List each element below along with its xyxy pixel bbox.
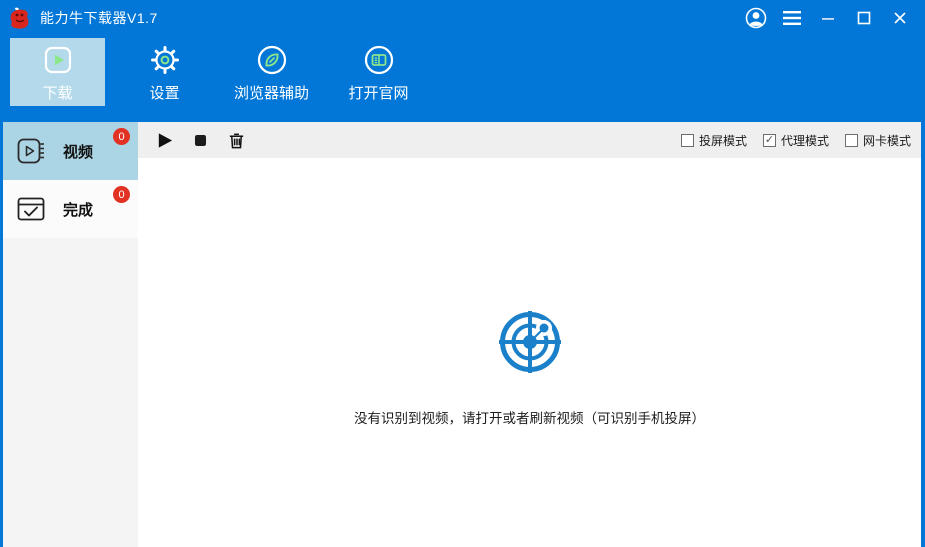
mode-proxy[interactable]: 代理模式 (763, 132, 829, 149)
proxy-label: 代理模式 (781, 132, 829, 149)
download-tab[interactable]: 下载 (10, 38, 105, 106)
sidebar: 视频 0 完成 0 (3, 122, 138, 547)
app-window: 能力牛下载器V1.7 (0, 0, 925, 547)
book-circle-icon (362, 42, 396, 78)
close-icon[interactable] (885, 5, 915, 31)
body: 视频 0 完成 0 (0, 122, 925, 547)
done-icon (16, 194, 46, 224)
open-website-label: 打开官网 (349, 82, 409, 103)
video-count-badge: 0 (113, 128, 130, 145)
list-toolbar: 投屏模式 代理模式 网卡模式 (138, 122, 921, 158)
gear-icon (148, 42, 182, 78)
titlebar[interactable]: 能力牛下载器V1.7 (0, 0, 925, 36)
sidebar-item-video[interactable]: 视频 0 (3, 122, 138, 180)
video-list-empty-area: 没有识别到视频，请打开或者刷新视频（可识别手机投屏） (138, 158, 921, 547)
main-toolbar: 下载 设置 (0, 36, 925, 122)
play-square-icon (42, 42, 74, 78)
netcard-checkbox-icon[interactable] (845, 134, 858, 147)
leaf-circle-icon (255, 42, 289, 78)
open-website-button[interactable]: 打开官网 (331, 38, 426, 106)
mode-netcard[interactable]: 网卡模式 (845, 132, 911, 149)
screencast-label: 投屏模式 (699, 132, 747, 149)
proxy-checkbox-icon[interactable] (763, 134, 776, 147)
netcard-label: 网卡模式 (863, 132, 911, 149)
sidebar-item-done-label: 完成 (63, 199, 93, 220)
browser-assist-label: 浏览器辅助 (234, 82, 309, 103)
app-title: 能力牛下载器V1.7 (40, 8, 158, 28)
start-button[interactable] (151, 129, 177, 151)
empty-state-message: 没有识别到视频，请打开或者刷新视频（可识别手机投屏） (354, 407, 705, 427)
settings-button-label: 设置 (149, 82, 179, 103)
app-logo-bull-icon (8, 6, 32, 30)
maximize-icon[interactable] (849, 5, 879, 31)
delete-button[interactable] (223, 129, 249, 151)
download-tab-label: 下载 (42, 82, 72, 103)
screencast-checkbox-icon[interactable] (681, 134, 694, 147)
main-panel: 投屏模式 代理模式 网卡模式 (138, 122, 921, 547)
menu-icon[interactable] (777, 5, 807, 31)
browser-assist-button[interactable]: 浏览器辅助 (224, 38, 319, 106)
sidebar-item-done[interactable]: 完成 0 (3, 180, 138, 238)
minimize-icon[interactable] (813, 5, 843, 31)
header: 能力牛下载器V1.7 (0, 0, 925, 122)
settings-button[interactable]: 设置 (117, 38, 212, 106)
radar-icon (498, 310, 562, 379)
done-count-badge: 0 (113, 186, 130, 203)
stop-button[interactable] (187, 129, 213, 151)
user-account-icon[interactable] (741, 5, 771, 31)
mode-screencast[interactable]: 投屏模式 (681, 132, 747, 149)
sidebar-item-video-label: 视频 (63, 141, 93, 162)
video-icon (16, 136, 46, 166)
